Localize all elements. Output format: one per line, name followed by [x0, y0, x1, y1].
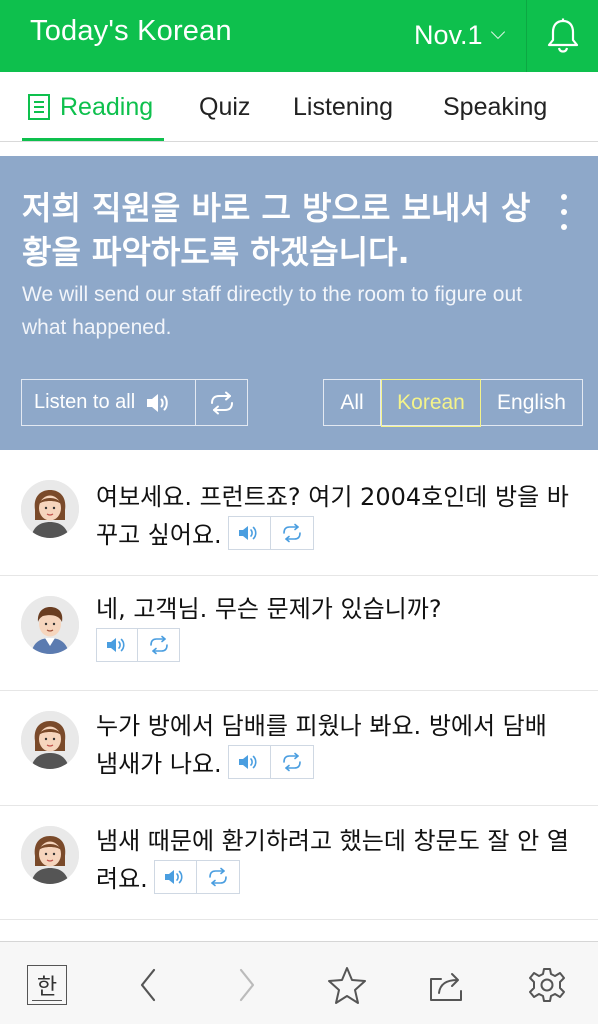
sentence-panel: 저희 직원을 바로 그 방으로 보내서 상황을 파악하도록 하겠습니다. We …: [0, 156, 598, 450]
avatar-man: [21, 596, 79, 654]
repeat-line-button[interactable]: [271, 746, 313, 778]
repeat-icon: [210, 391, 233, 414]
repeat-line-button[interactable]: [197, 861, 239, 893]
bottom-toolbar: 한: [0, 941, 598, 1024]
section-tabs: Reading Quiz Listening Speaking: [0, 72, 598, 142]
line-audio-controls: [96, 628, 180, 662]
avatar-woman: [21, 826, 79, 884]
app-title: Today's Korean: [30, 15, 232, 47]
chevron-down-icon: [490, 24, 505, 40]
bookmark-button[interactable]: [324, 962, 370, 1008]
top-header: Today's Korean Nov.1: [0, 0, 598, 72]
line-audio-controls: [227, 516, 314, 550]
date-selector[interactable]: Nov.1: [414, 17, 505, 53]
tab-label: Reading: [60, 92, 154, 121]
speaker-icon: [107, 638, 125, 652]
speaker-icon: [239, 755, 257, 769]
play-audio-button[interactable]: [155, 861, 197, 893]
tab-speaking[interactable]: Speaking: [443, 72, 548, 141]
document-icon: [28, 94, 50, 120]
dialogue-line: 여보세요. 프런트죠? 여기 2004호인데 방을 바꾸고 싶어요.: [96, 478, 576, 554]
repeat-icon: [282, 523, 301, 543]
language-filter: All Korean English: [323, 378, 583, 427]
forward-button[interactable]: [224, 962, 270, 1008]
repeat-icon: [282, 752, 301, 772]
list-item: 여보세요. 프런트죠? 여기 2004호인데 방을 바꾸고 싶어요.: [0, 460, 598, 576]
korean-key-icon: 한: [27, 965, 67, 1005]
back-arrow-icon: [140, 968, 156, 1002]
active-tab-indicator: [22, 138, 164, 141]
list-item: 냄새 때문에 환기하려고 했는데 창문도 잘 안 열려요.: [0, 806, 598, 920]
korean-keyboard-button[interactable]: 한: [24, 962, 70, 1008]
share-icon: [430, 973, 462, 1001]
settings-icon: [529, 968, 565, 1002]
header-divider: [526, 0, 527, 72]
notification-bell-icon[interactable]: [540, 12, 586, 58]
share-button[interactable]: [424, 962, 470, 1008]
star-icon: [328, 967, 366, 1004]
forward-arrow-icon: [239, 968, 255, 1002]
tab-label: Speaking: [443, 92, 548, 121]
repeat-line-button[interactable]: [271, 517, 313, 549]
speaker-icon: [147, 393, 168, 412]
tab-reading[interactable]: Reading: [28, 72, 154, 141]
english-translation: We will send our staff directly to the r…: [22, 283, 522, 339]
language-korean-button[interactable]: Korean: [381, 378, 481, 427]
tab-quiz[interactable]: Quiz: [199, 72, 251, 141]
line-audio-controls: [227, 745, 314, 779]
dialogue-text: 여보세요. 프런트죠? 여기 2004호인데 방을 바꾸고 싶어요.: [96, 483, 569, 549]
settings-button[interactable]: [524, 962, 570, 1008]
list-item: 네, 고객님. 무슨 문제가 있습니까?: [0, 576, 598, 691]
repeat-all-button[interactable]: [196, 380, 247, 425]
dialogue-text: 네, 고객님. 무슨 문제가 있습니까?: [96, 595, 442, 623]
more-options-icon[interactable]: [552, 194, 576, 230]
speaker-icon: [239, 526, 257, 540]
avatar-woman: [21, 480, 79, 538]
tab-more-partial[interactable]: [592, 72, 598, 141]
language-all-button[interactable]: All: [324, 380, 381, 425]
back-button[interactable]: [125, 962, 171, 1008]
listen-controls: Listen to all: [21, 379, 248, 426]
play-audio-button[interactable]: [97, 629, 139, 661]
listen-to-all-button[interactable]: Listen to all: [22, 380, 196, 425]
tab-label: Listening: [293, 92, 394, 121]
repeat-icon: [149, 635, 168, 655]
play-audio-button[interactable]: [229, 746, 271, 778]
dialogue-line: 누가 방에서 담배를 피웠나 봐요. 방에서 담배 냄새가 나요.: [96, 707, 576, 783]
line-audio-controls: [153, 860, 240, 894]
tab-label: Quiz: [199, 92, 251, 121]
date-label: Nov.1: [414, 19, 483, 50]
tab-listening[interactable]: Listening: [293, 72, 394, 141]
listen-to-all-label: Listen to all: [34, 391, 136, 413]
avatar-woman: [21, 711, 79, 769]
dialogue-line: 냄새 때문에 환기하려고 했는데 창문도 잘 안 열려요.: [96, 822, 576, 898]
list-item: 누가 방에서 담배를 피웠나 봐요. 방에서 담배 냄새가 나요.: [0, 691, 598, 806]
dialogue-line: 네, 고객님. 무슨 문제가 있습니까?: [96, 590, 576, 662]
play-audio-button[interactable]: [229, 517, 271, 549]
repeat-line-button[interactable]: [138, 629, 179, 661]
speaker-icon: [165, 870, 183, 884]
dialogue-text: 누가 방에서 담배를 피웠나 봐요. 방에서 담배 냄새가 나요.: [96, 712, 547, 778]
language-english-button[interactable]: English: [481, 380, 582, 425]
korean-sentence: 저희 직원을 바로 그 방으로 보내서 상황을 파악하도록 하겠습니다.: [22, 189, 531, 271]
repeat-icon: [208, 867, 227, 887]
